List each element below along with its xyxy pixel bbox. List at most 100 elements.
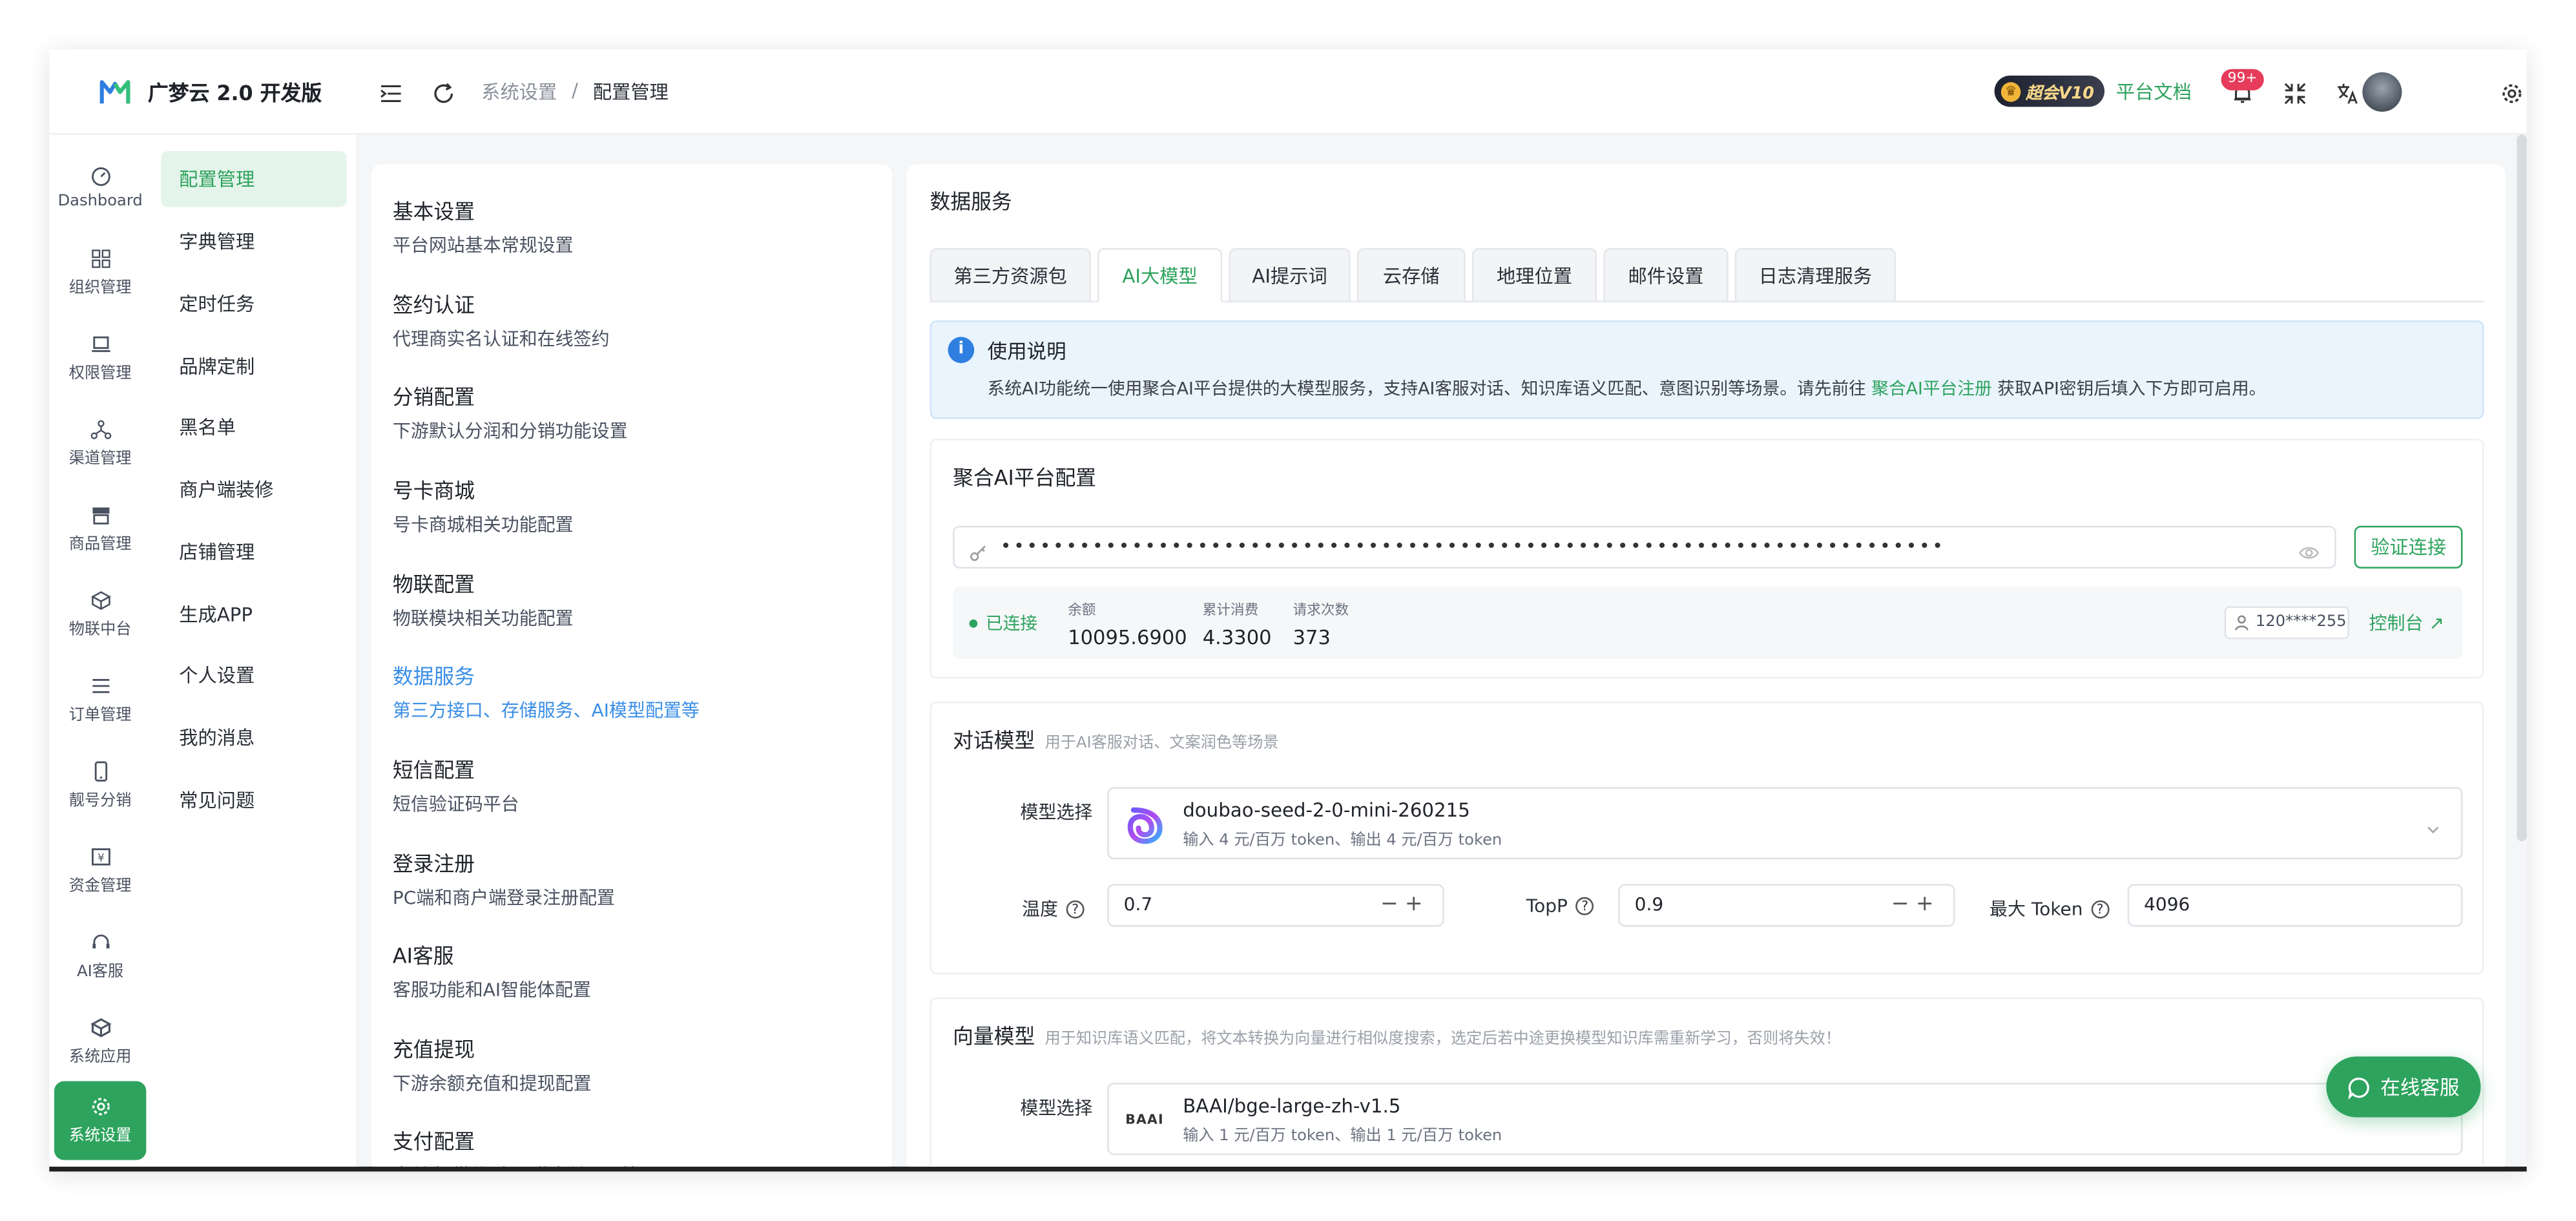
refresh-icon[interactable] (432, 81, 455, 112)
category-data-service[interactable]: 数据服务第三方接口、存储服务、AI模型配置等 (393, 659, 700, 723)
rail-label: 系统设置 (68, 1127, 132, 1145)
rail-label: 物联中台 (68, 621, 132, 640)
submenu-item[interactable]: 品牌定制 (161, 339, 346, 394)
verify-connection-button[interactable]: 验证连接 (2354, 525, 2463, 569)
help-icon[interactable]: ? (1575, 897, 1594, 915)
platform-docs-link[interactable]: 平台文档 (2116, 79, 2192, 105)
category-sign[interactable]: 签约认证 代理商实名认证和在线签约 (393, 287, 610, 351)
rail-item-orders[interactable]: 订单管理 (54, 664, 146, 736)
topp-input[interactable]: 0.9 −+ (1618, 884, 1955, 927)
rail-item-org[interactable]: 组织管理 (54, 236, 146, 309)
stepper-minus-plus-icon[interactable]: −+ (1891, 886, 1940, 925)
rail-item-goods[interactable]: 商品管理 (54, 493, 146, 565)
rail-item-number[interactable]: 靓号分销 (54, 749, 146, 822)
brand[interactable]: 广梦云 2.0 开发版 (49, 49, 358, 135)
submenu-item[interactable]: 生成APP (161, 587, 346, 642)
settings-gear-icon[interactable] (2500, 81, 2524, 112)
chat-model-card: 对话模型 用于AI客服对话、文案润色等场景 模型选择 doubao-seed-2-… (930, 702, 2484, 975)
category-desc: 第三方接口、存储服务、AI模型配置等 (392, 700, 700, 722)
eye-off-icon[interactable] (2298, 537, 2320, 567)
info-icon: i (948, 337, 975, 364)
tab-email[interactable]: 邮件设置 (1603, 248, 1729, 302)
rail-item-funds[interactable]: ¥ 资金管理 (54, 835, 146, 907)
model-select-label: 模型选择 (1020, 1097, 1093, 1120)
fullscreen-icon[interactable] (2283, 81, 2307, 112)
category-title: 数据服务 (392, 663, 475, 689)
rail-item-apps[interactable]: 系统应用 (54, 1006, 146, 1078)
category-recharge[interactable]: 充值提现 下游余额充值和提现配置 (393, 1032, 592, 1096)
help-icon[interactable]: ? (1066, 900, 1085, 919)
max-token-input[interactable]: 4096 (2127, 884, 2463, 927)
stat-value: 10095.6900 (1068, 626, 1187, 649)
breadcrumb: 系统设置 / 配置管理 (481, 79, 669, 105)
submenu-item[interactable]: 字典管理 (161, 214, 346, 269)
register-link[interactable]: 聚合AI平台注册 (1871, 380, 1991, 400)
notice-text-after: 获取API密钥后填入下方即可启用。 (1997, 379, 2267, 400)
chat-model-select[interactable]: doubao-seed-2-0-mini-260215 输入 4 元/百万 to… (1107, 787, 2463, 860)
rail-item-iot[interactable]: 物联中台 (54, 578, 146, 651)
submenu-item[interactable]: 个人设置 (161, 647, 346, 703)
category-title: 登录注册 (392, 851, 475, 876)
vector-model-select[interactable]: BAAI BAAI/bge-large-zh-v1.5 输入 1 元/百万 to… (1107, 1083, 2463, 1155)
submenu-item[interactable]: 商户端装修 (161, 462, 346, 517)
api-key-input[interactable]: ••••••••••••••••••••••••••••••••••••••••… (953, 525, 2336, 569)
category-title: AI客服 (392, 943, 454, 968)
category-iot[interactable]: 物联配置 物联模块相关功能配置 (393, 567, 574, 631)
submenu-item[interactable]: 黑名单 (161, 399, 346, 455)
rail-item-dashboard[interactable]: Dashboard (54, 151, 146, 224)
category-card-mall[interactable]: 号卡商城 号卡商城相关功能配置 (393, 473, 574, 537)
stat-value: 4.3300 (1202, 626, 1272, 649)
rail-item-permission[interactable]: 权限管理 (54, 322, 146, 395)
category-title: 支付配置 (392, 1129, 475, 1154)
main-nav-rail: Dashboard 组织管理 权限管理 渠道管理 商品管理 物联中台 订单管理 … (49, 134, 151, 1167)
temperature-input[interactable]: 0.7 −+ (1107, 884, 1444, 927)
rail-item-settings[interactable]: 系统设置 (54, 1081, 147, 1160)
tab-ai-model[interactable]: AI大模型 (1097, 248, 1223, 302)
rail-item-channel[interactable]: 渠道管理 (54, 408, 146, 480)
headset-icon (92, 934, 109, 949)
category-distribution[interactable]: 分销配置 下游默认分润和分销功能设置 (393, 380, 628, 444)
store-icon (92, 507, 109, 525)
stat-label: 请求次数 (1293, 603, 1349, 620)
tab-cloud-storage[interactable]: 云存储 (1356, 248, 1466, 302)
vector-model-card: 向量模型 用于知识库语义匹配，将文本转换为向量进行相似度搜索，选定后若中途更换模型… (930, 997, 2484, 1167)
rail-item-ai-service[interactable]: AI客服 (54, 920, 146, 992)
usage-notice: i 使用说明 系统AI功能统一使用聚合AI平台提供的大模型服务，支持AI客服对话… (930, 320, 2484, 419)
category-ai-service[interactable]: AI客服 客服功能和AI智能体配置 (393, 938, 591, 1002)
submenu-item[interactable]: 配置管理 (161, 151, 347, 207)
svg-text:¥: ¥ (97, 851, 104, 864)
translate-icon[interactable] (2336, 81, 2360, 112)
stat-label: 累计消费 (1202, 603, 1259, 620)
wallet-icon: ¥ (90, 848, 110, 866)
page-scrollbar[interactable] (2517, 134, 2527, 842)
tab-third-party[interactable]: 第三方资源包 (930, 248, 1091, 302)
collapse-menu-icon[interactable] (380, 81, 403, 112)
category-desc: 支付宝/微信/多通道支付配置等 (393, 1162, 640, 1167)
category-sms[interactable]: 短信配置 短信验证码平台 (393, 753, 519, 817)
category-desc: 物联模块相关功能配置 (392, 608, 574, 630)
model-name: BAAI/bge-large-zh-v1.5 (1183, 1094, 1401, 1118)
breadcrumb-item[interactable]: 系统设置 (481, 79, 557, 105)
online-service-button[interactable]: 在线客服 (2326, 1056, 2481, 1118)
submenu-item[interactable]: 店铺管理 (161, 524, 346, 579)
vip-badge[interactable]: ♛ 超会V10 (1994, 75, 2104, 107)
user-avatar[interactable] (2362, 72, 2402, 112)
app-window: 广梦云 2.0 开发版 Dashboard 组织管理 权限管理 渠道管理 商品管… (49, 49, 2527, 1172)
tab-log-cleanup[interactable]: 日志清理服务 (1734, 248, 1896, 302)
card-title: 对话模型 用于AI客服对话、文案润色等场景 (953, 723, 1278, 754)
category-login[interactable]: 登录注册 PC端和商户端登录注册配置 (393, 846, 615, 910)
help-icon[interactable]: ? (2091, 900, 2110, 919)
submenu-item[interactable]: 我的消息 (161, 710, 346, 766)
stepper-minus-plus-icon[interactable]: −+ (1380, 886, 1429, 925)
category-basic[interactable]: 基本设置 平台网站基本常规设置 (393, 194, 574, 258)
category-payment[interactable]: 支付配置支付宝/微信/多通道支付配置等 (392, 1124, 640, 1167)
category-title: 号卡商城 (392, 478, 475, 503)
notice-text: 系统AI功能统一使用聚合AI平台提供的大模型服务，支持AI客服对话、知识库语义匹… (988, 376, 2267, 401)
rail-label: 渠道管理 (68, 450, 132, 468)
console-link[interactable]: 控制台 ↗ (2369, 610, 2444, 636)
tab-ai-prompt[interactable]: AI提示词 (1229, 248, 1351, 302)
submenu-item[interactable]: 常见问题 (161, 772, 346, 828)
submenu-item[interactable]: 定时任务 (161, 276, 346, 331)
tab-geo[interactable]: 地理位置 (1471, 248, 1597, 302)
breadcrumb-current: 配置管理 (592, 80, 669, 104)
